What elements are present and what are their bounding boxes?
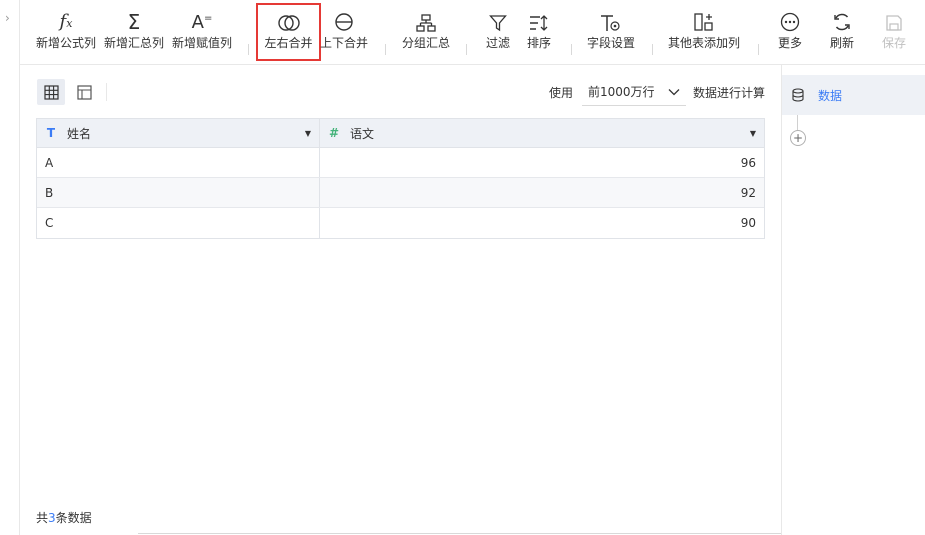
- filter-icon: [489, 15, 507, 32]
- sort-button[interactable]: 排序: [519, 0, 559, 65]
- table-header-row: T 姓名 ▼ # 语文 ▼: [37, 119, 764, 148]
- table-row: A 96: [37, 148, 764, 178]
- field-settings-button[interactable]: 字段设置: [587, 0, 635, 65]
- footer-suffix: 条数据: [55, 511, 92, 525]
- group-summary-button[interactable]: 分组汇总: [402, 0, 450, 65]
- connector-line: [797, 115, 798, 131]
- separator: [385, 44, 386, 55]
- dataset-node[interactable]: 数据: [782, 75, 925, 115]
- table-cell[interactable]: 92: [320, 178, 764, 207]
- chevron-right-icon[interactable]: ›: [5, 12, 10, 24]
- field-settings-icon: [601, 15, 620, 31]
- tool-label: 新增汇总列: [104, 36, 165, 50]
- tool-label: 保存: [881, 36, 906, 50]
- table-cell[interactable]: 90: [320, 208, 764, 238]
- tool-label: 字段设置: [587, 36, 636, 50]
- tool-label: 刷新: [829, 36, 854, 50]
- left-right-merge-button[interactable]: 左右合并: [256, 3, 321, 61]
- caret-down-icon[interactable]: ▼: [305, 129, 311, 138]
- right-panel: 数据 +: [781, 65, 925, 535]
- table-cell[interactable]: C: [37, 208, 320, 238]
- refresh-button[interactable]: 刷新: [822, 0, 862, 65]
- plus-icon: +: [792, 131, 804, 145]
- dataset-label: 数据: [818, 88, 843, 103]
- separator: [571, 44, 572, 55]
- separator: [758, 44, 759, 55]
- column-header-chinese[interactable]: # 语文 ▼: [320, 119, 764, 147]
- calc-label: 数据进行计算: [693, 86, 766, 100]
- tool-label: 更多: [777, 36, 802, 50]
- table-row: C 90: [37, 208, 764, 238]
- table-cell[interactable]: 96: [320, 148, 764, 177]
- top-bottom-merge-button[interactable]: 上下合并: [320, 0, 368, 65]
- refresh-icon: [834, 13, 850, 31]
- column-header-label: 语文: [350, 126, 375, 141]
- formula-icon: fx: [59, 11, 73, 32]
- separator: [652, 44, 653, 55]
- tool-label: 新增公式列: [36, 36, 97, 50]
- caret-down-icon[interactable]: ▼: [750, 129, 756, 138]
- row-limit-select[interactable]: 前1000万行: [582, 78, 686, 106]
- sort-icon: [530, 15, 548, 31]
- add-column-icon: [694, 13, 713, 31]
- separator: [466, 44, 467, 55]
- save-icon: [886, 15, 902, 31]
- main-content: 使用 前1000万行 数据进行计算 T 姓名 ▼ # 语文 ▼ A 96 B 9…: [20, 65, 781, 535]
- tool-label: 上下合并: [320, 36, 369, 50]
- sigma-icon: Σ: [127, 10, 141, 34]
- layout-view-toggle[interactable]: [70, 79, 98, 105]
- toolbar: fx 新增公式列 Σ 新增汇总列 A= 新增赋值列 左右合并 上下合并 分组汇总: [20, 0, 925, 65]
- add-summary-column-button[interactable]: Σ 新增汇总列: [104, 0, 164, 65]
- database-icon: [792, 88, 804, 102]
- left-collapse-strip[interactable]: ›: [0, 0, 20, 535]
- tool-label: 其他表添加列: [668, 36, 741, 50]
- table-cell[interactable]: B: [37, 178, 320, 207]
- union-icon: [335, 13, 353, 31]
- column-header-label: 姓名: [67, 126, 92, 141]
- tool-label: 过滤: [485, 36, 510, 50]
- tool-label: 分组汇总: [402, 36, 451, 50]
- data-table: T 姓名 ▼ # 语文 ▼ A 96 B 92 C 90: [36, 118, 765, 239]
- footer-prefix: 共: [36, 511, 49, 525]
- more-icon: [780, 12, 800, 32]
- assign-icon: A=: [191, 12, 213, 33]
- row-count-footer: 共3条数据: [36, 509, 92, 526]
- add-assign-column-button[interactable]: A= 新增赋值列: [172, 0, 232, 65]
- add-step-button[interactable]: +: [790, 130, 806, 146]
- divider: [106, 83, 107, 101]
- grid-view-toggle[interactable]: [37, 79, 65, 105]
- group-icon: [416, 14, 436, 32]
- use-label: 使用: [549, 86, 574, 100]
- add-formula-column-button[interactable]: fx 新增公式列: [36, 0, 96, 65]
- number-type-icon: #: [328, 126, 340, 140]
- column-header-name[interactable]: T 姓名 ▼: [37, 119, 320, 147]
- text-type-icon: T: [46, 126, 56, 140]
- table-grid-icon: [43, 84, 59, 100]
- tool-label: 排序: [526, 36, 551, 50]
- row-limit-value: 前1000万行: [588, 85, 655, 99]
- filter-button[interactable]: 过滤: [478, 0, 518, 65]
- more-button[interactable]: 更多: [770, 0, 810, 65]
- layout-icon: [76, 84, 92, 100]
- row-count: 3: [48, 511, 56, 525]
- table-row: B 92: [37, 178, 764, 208]
- save-button[interactable]: 保存: [874, 0, 914, 65]
- chevron-down-icon: [668, 88, 680, 95]
- tool-label: 新增赋值列: [172, 36, 233, 50]
- scrollbar-track[interactable]: [138, 533, 781, 534]
- add-column-from-other-table-button[interactable]: 其他表添加列: [668, 0, 740, 65]
- separator: [248, 44, 249, 55]
- join-icon: [277, 15, 300, 31]
- tool-label: 左右合并: [264, 36, 313, 50]
- table-cell[interactable]: A: [37, 148, 320, 177]
